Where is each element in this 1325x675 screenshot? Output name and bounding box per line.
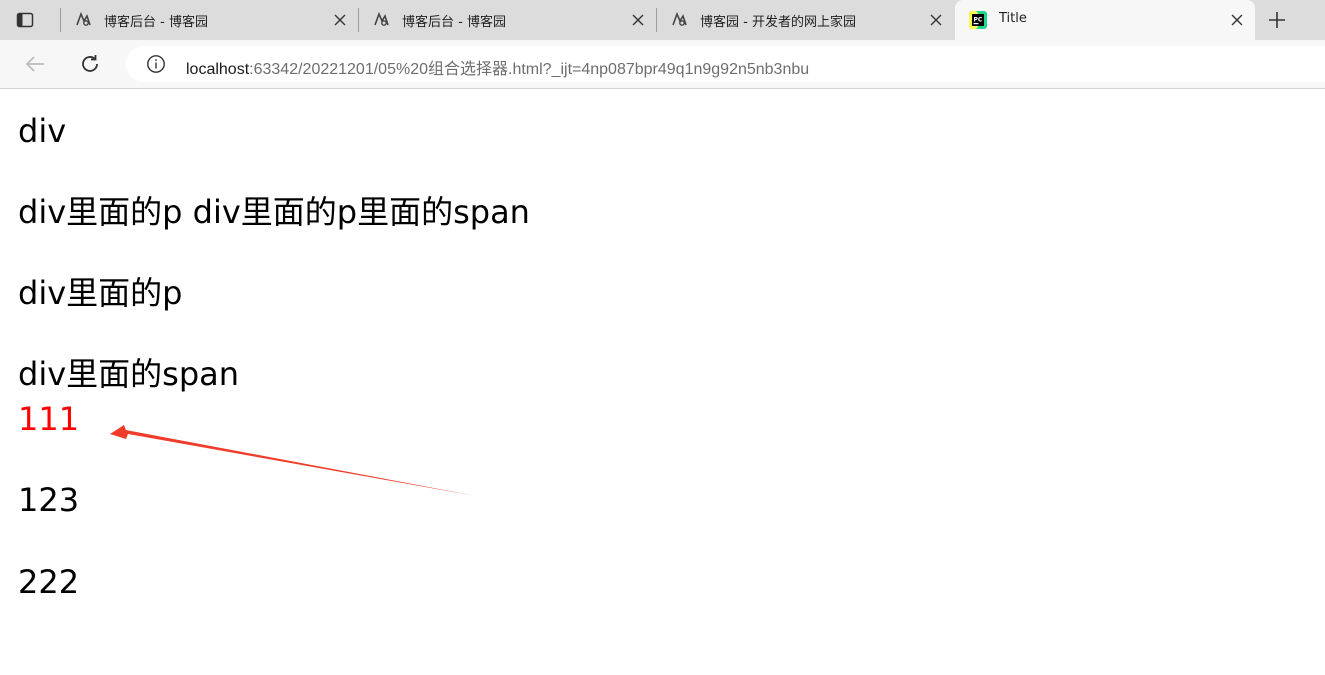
tab-blog-admin-2[interactable]: 博客后台 - 博客园 bbox=[358, 0, 656, 40]
browser-window: 博客后台 - 博客园 博客后台 - 博客园 博客园 - 开发者的网上家园 PC … bbox=[0, 0, 1325, 675]
tab-close-button[interactable] bbox=[1227, 10, 1247, 30]
tab-close-button[interactable] bbox=[330, 10, 350, 30]
close-icon bbox=[1231, 14, 1243, 26]
tab-title: 博客园 - 开发者的网上家园 bbox=[700, 15, 856, 30]
plus-icon bbox=[1269, 12, 1285, 28]
new-tab-button[interactable] bbox=[1265, 8, 1289, 32]
address-bar[interactable]: localhost:63342/20221201/05%20组合选择器.html… bbox=[126, 46, 1325, 82]
tab-actions-button[interactable] bbox=[14, 9, 36, 31]
tab-title: 博客后台 - 博客园 bbox=[104, 15, 208, 30]
tab-strip: 博客后台 - 博客园 博客后台 - 博客园 博客园 - 开发者的网上家园 PC … bbox=[0, 0, 1325, 40]
url-text[interactable]: localhost:63342/20221201/05%20组合选择器.html… bbox=[186, 55, 809, 79]
browser-toolbar: localhost:63342/20221201/05%20组合选择器.html… bbox=[0, 40, 1325, 89]
info-icon[interactable] bbox=[146, 54, 166, 74]
tab-blog-admin-1[interactable]: 博客后台 - 博客园 bbox=[60, 0, 358, 40]
tab-actions-icon bbox=[16, 12, 34, 28]
svg-text:PC: PC bbox=[974, 17, 983, 24]
back-button[interactable] bbox=[23, 52, 47, 76]
tab-title-active[interactable]: PC Title bbox=[955, 0, 1255, 40]
tab-title: Title bbox=[999, 11, 1027, 26]
close-icon bbox=[334, 14, 346, 26]
tab-close-button[interactable] bbox=[926, 10, 946, 30]
tab-cnblogs-home[interactable]: 博客园 - 开发者的网上家园 bbox=[656, 0, 954, 40]
url-host: localhost bbox=[186, 61, 250, 78]
page-content: div div里面的p div里面的p里面的span div里面的p div里面… bbox=[0, 89, 1325, 675]
pycharm-icon: PC bbox=[969, 11, 987, 29]
cnblogs-icon bbox=[672, 11, 687, 26]
annotation-arrow bbox=[110, 425, 476, 496]
arrow-shape bbox=[110, 425, 476, 496]
cnblogs-icon bbox=[76, 11, 91, 26]
url-path: :63342/20221201/05%20组合选择器.html?_ijt=4np… bbox=[249, 61, 810, 78]
tab-close-button[interactable] bbox=[628, 10, 648, 30]
close-icon bbox=[632, 14, 644, 26]
back-arrow-icon bbox=[25, 56, 44, 72]
tab-title: 博客后台 - 博客园 bbox=[402, 15, 506, 30]
cnblogs-icon bbox=[374, 11, 389, 26]
refresh-button[interactable] bbox=[78, 52, 102, 76]
close-icon bbox=[930, 14, 942, 26]
refresh-icon bbox=[82, 55, 98, 72]
